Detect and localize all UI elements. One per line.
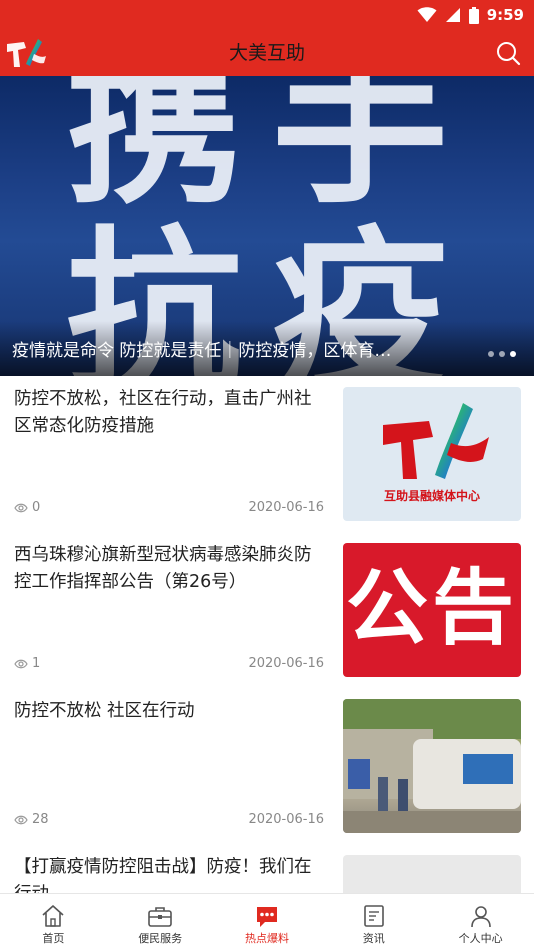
eye-icon <box>14 815 28 824</box>
status-bar: 9:59 <box>0 0 534 30</box>
view-count-value: 28 <box>32 812 49 827</box>
community-photo <box>343 699 521 833</box>
news-thumbnail[interactable]: 公告 <box>343 543 521 677</box>
eye-icon <box>14 503 28 512</box>
bottom-tab-bar: 首页 便民服务 热点爆料 资讯 个人中心 <box>0 893 534 949</box>
news-date: 2020-06-16 <box>248 500 324 515</box>
eye-icon <box>14 659 28 668</box>
briefcase-icon <box>148 907 172 927</box>
page-title: 大美互助 <box>228 42 305 64</box>
news-icon <box>363 905 384 927</box>
tab-label: 首页 <box>42 932 65 945</box>
view-count: 1 <box>14 656 40 671</box>
banner-carousel[interactable]: 携手 抗疫 疫情就是命令 防控就是责任｜防控疫情，区体育… <box>0 76 534 376</box>
wifi-icon <box>417 7 437 22</box>
tab-label: 便民服务 <box>138 932 183 945</box>
banner-glyph-top: 携手 <box>65 76 478 228</box>
status-time: 9:59 <box>486 6 524 24</box>
news-meta: 0 2020-06-16 <box>14 500 324 518</box>
view-count-value: 0 <box>32 500 41 515</box>
thumbnail-caption: 互助县融媒体中心 <box>383 489 480 503</box>
view-count-value: 1 <box>32 656 41 671</box>
chat-icon <box>256 907 277 927</box>
thumbnail-notice-text: 公告 <box>345 561 518 656</box>
tab-home[interactable]: 首页 <box>0 894 107 949</box>
news-item[interactable]: 【打赢疫情防控阻击战】防疫！我们在行动 <box>0 844 534 893</box>
home-icon <box>42 905 64 927</box>
app-bar: 大美互助 <box>0 30 534 76</box>
news-title[interactable]: 防控不放松，社区在行动，直击广州社区常态化防疫措施 <box>14 386 326 440</box>
battery-icon <box>468 6 479 24</box>
search-icon[interactable] <box>494 39 522 67</box>
view-count: 0 <box>14 500 40 515</box>
tab-services[interactable]: 便民服务 <box>107 894 214 949</box>
view-count: 28 <box>14 812 49 827</box>
news-meta: 1 2020-06-16 <box>14 656 324 674</box>
news-thumbnail[interactable] <box>343 855 521 893</box>
news-item[interactable]: 防控不放松，社区在行动，直击广州社区常态化防疫措施 0 2020-06-16 互… <box>0 376 534 532</box>
banner-caption[interactable]: 疫情就是命令 防控就是责任｜防控疫情，区体育… <box>12 338 442 364</box>
news-item[interactable]: 防控不放松 社区在行动 28 2020-06-16 <box>0 688 534 844</box>
carousel-dot-active <box>510 351 516 357</box>
tab-label: 个人中心 <box>458 932 503 945</box>
news-title[interactable]: 【打赢疫情防控阻击战】防疫！我们在行动 <box>14 854 326 893</box>
signal-icon <box>445 8 460 22</box>
user-icon <box>470 906 491 928</box>
news-date: 2020-06-16 <box>248 812 324 827</box>
news-thumbnail[interactable]: 互助县融媒体中心 <box>343 387 521 521</box>
news-title[interactable]: 防控不放松 社区在行动 <box>14 698 326 725</box>
tab-hot-news[interactable]: 热点爆料 <box>214 894 321 949</box>
news-date: 2020-06-16 <box>248 656 324 671</box>
news-thumbnail[interactable] <box>343 699 521 833</box>
carousel-dot <box>499 351 505 357</box>
news-title[interactable]: 西乌珠穆沁旗新型冠状病毒感染肺炎防控工作指挥部公告（第26号） <box>14 542 326 596</box>
tab-label: 热点爆料 <box>244 932 289 945</box>
news-meta: 28 2020-06-16 <box>14 812 324 830</box>
tab-news[interactable]: 资讯 <box>320 894 427 949</box>
news-item[interactable]: 西乌珠穆沁旗新型冠状病毒感染肺炎防控工作指挥部公告（第26号） 1 2020-0… <box>0 532 534 688</box>
tab-profile[interactable]: 个人中心 <box>427 894 534 949</box>
status-icons: 9:59 <box>417 4 524 26</box>
carousel-dot <box>488 351 494 357</box>
tab-label: 资讯 <box>362 932 385 945</box>
carousel-indicator <box>488 351 516 357</box>
